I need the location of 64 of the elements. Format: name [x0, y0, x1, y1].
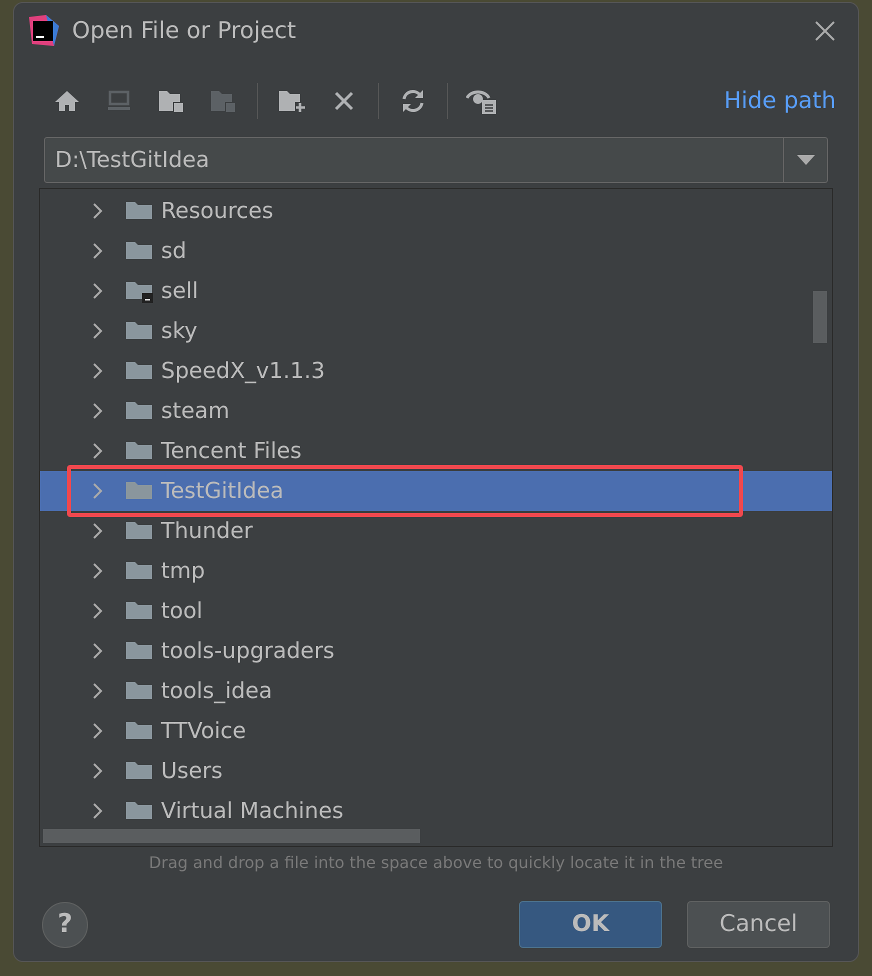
- home-icon[interactable]: [54, 90, 80, 112]
- chevron-right-icon[interactable]: [91, 362, 105, 380]
- chevron-right-icon[interactable]: [91, 442, 105, 460]
- hint-text: Drag and drop a file into the space above to quickly locate it in the tree: [148, 852, 724, 874]
- folder-name: tool: [161, 598, 203, 626]
- folder-name: TTVoice: [161, 718, 246, 746]
- folder-name: TestGitIdea: [161, 478, 284, 506]
- help-button[interactable]: ?: [42, 902, 88, 948]
- chevron-right-icon[interactable]: [91, 642, 105, 660]
- chevron-right-icon[interactable]: [91, 242, 105, 260]
- chevron-right-icon[interactable]: [91, 722, 105, 740]
- ok-button[interactable]: OK: [519, 901, 662, 948]
- window-title: Open File or Project: [72, 16, 296, 46]
- folder-name: tmp: [161, 558, 206, 586]
- tree-item[interactable]: Tencent Files: [40, 431, 832, 471]
- path-field[interactable]: D:\TestGitIdea: [44, 137, 784, 183]
- folder-name: Users: [161, 758, 223, 786]
- app-logo-icon: [26, 14, 60, 48]
- refresh-icon[interactable]: [400, 88, 426, 114]
- chevron-right-icon[interactable]: [91, 322, 105, 340]
- tree-item[interactable]: sd: [40, 231, 832, 271]
- tree-item[interactable]: Resources: [40, 191, 832, 231]
- new-folder-icon[interactable]: [278, 89, 306, 113]
- close-icon[interactable]: [333, 90, 355, 112]
- chevron-right-icon[interactable]: [91, 202, 105, 220]
- folder-name: sky: [161, 318, 198, 346]
- tree-item[interactable]: steam: [40, 391, 832, 431]
- chevron-right-icon[interactable]: [91, 802, 105, 820]
- folder-name: tools-upgraders: [161, 638, 334, 666]
- folder-badge-icon[interactable]: [158, 89, 184, 113]
- chevron-right-icon[interactable]: [91, 762, 105, 780]
- chevron-right-icon[interactable]: [91, 522, 105, 540]
- vertical-scrollbar: [813, 291, 827, 343]
- chevron-right-icon[interactable]: [91, 562, 105, 580]
- tree-item[interactable]: sky: [40, 311, 832, 351]
- tree-item[interactable]: sell: [40, 271, 832, 311]
- tree-item[interactable]: Virtual Machines: [40, 791, 832, 831]
- module-folder-icon: [125, 279, 153, 303]
- tree-item[interactable]: SpeedX_v1.1.3: [40, 351, 832, 391]
- chevron-right-icon[interactable]: [91, 402, 105, 420]
- folder-name: tools_idea: [161, 678, 272, 706]
- hide-path-link[interactable]: Hide path: [724, 84, 836, 118]
- tree-item[interactable]: tmp: [40, 551, 832, 591]
- tree-item[interactable]: tools_idea: [40, 671, 832, 711]
- folder-name: Resources: [161, 198, 274, 226]
- tree-item[interactable]: Users: [40, 751, 832, 791]
- folder-name: sell: [161, 278, 198, 306]
- tree-item[interactable]: tool: [40, 591, 832, 631]
- chevron-right-icon[interactable]: [91, 682, 105, 700]
- folder-name: Virtual Machines: [161, 798, 344, 826]
- dropdown-arrow-icon: [796, 155, 814, 165]
- folder-name: SpeedX_v1.1.3: [161, 358, 326, 386]
- cancel-button[interactable]: Cancel: [687, 901, 830, 948]
- folder-name: Tencent Files: [161, 438, 302, 466]
- folder-name: sd: [161, 238, 186, 266]
- folder-name: Thunder: [161, 518, 253, 546]
- chevron-right-icon[interactable]: [91, 282, 105, 300]
- close-icon[interactable]: [814, 20, 836, 42]
- tree-item[interactable]: Thunder: [40, 511, 832, 551]
- tree-item[interactable]: tools-upgraders: [40, 631, 832, 671]
- chevron-right-icon[interactable]: [91, 602, 105, 620]
- tree-item[interactable]: TTVoice: [40, 711, 832, 751]
- folder-name: steam: [161, 398, 230, 426]
- dropdown-button[interactable]: [784, 137, 828, 183]
